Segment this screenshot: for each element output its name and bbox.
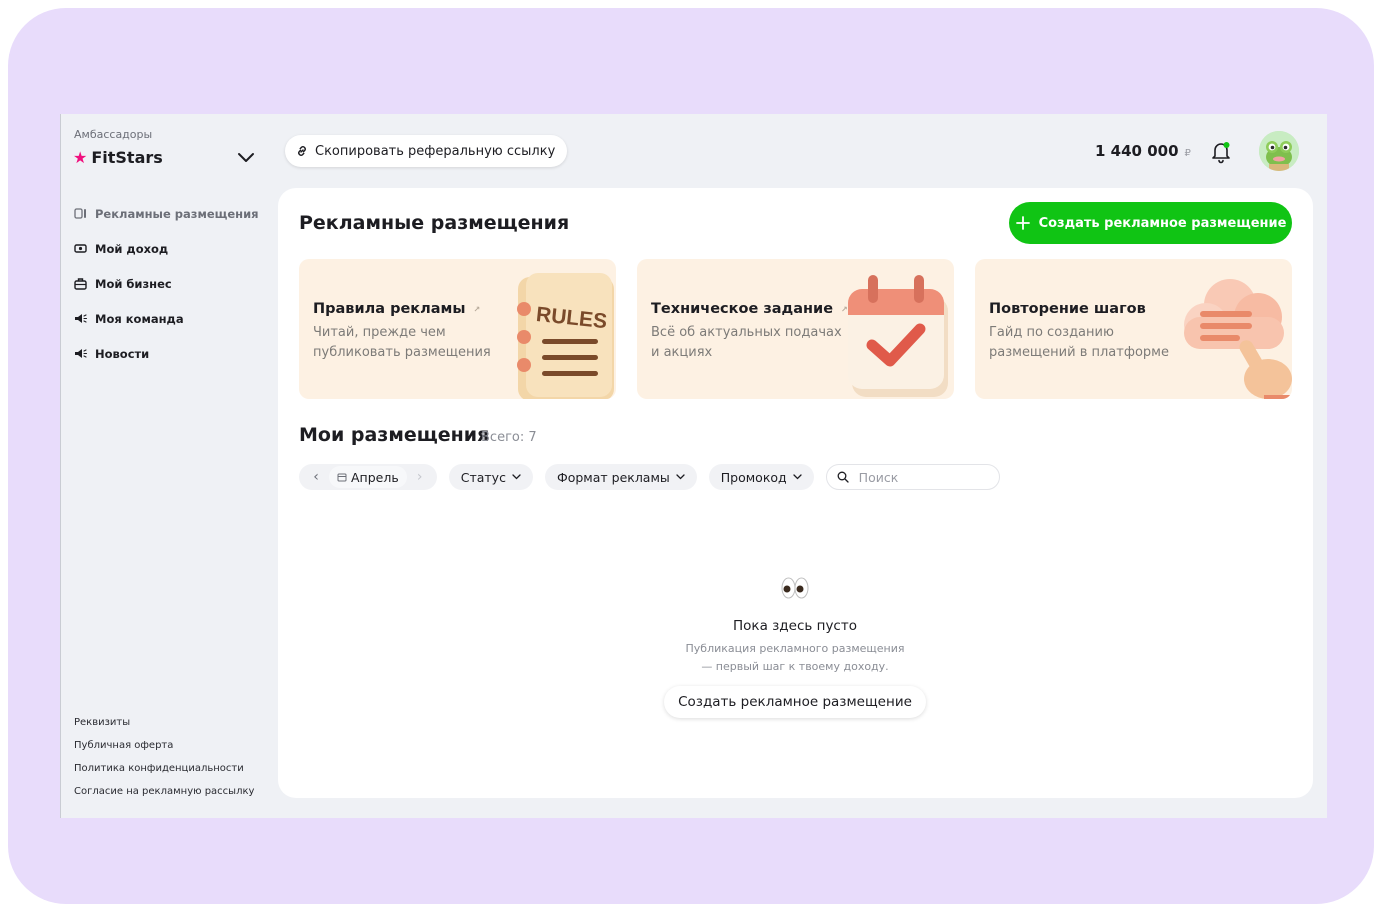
requisites-link[interactable]: Реквизиты — [74, 716, 254, 739]
sidebar-item-income[interactable]: Мой доход — [74, 231, 259, 266]
frog-avatar-icon — [1259, 131, 1299, 171]
sidebar-item-label: Моя команда — [95, 311, 184, 326]
sidebar-footer: Реквизиты Публичная оферта Политика конф… — [74, 716, 254, 808]
plus-icon — [1015, 216, 1030, 230]
search-field[interactable] — [825, 464, 1000, 490]
empty-line-1: Публикация рекламного размещения — [685, 642, 905, 655]
card-description: Гайд по созданию размещений в платформе — [989, 325, 1169, 360]
placements-count: Всего: 7 — [481, 430, 537, 445]
ad-consent-link[interactable]: Согласие на рекламную рассылку — [74, 785, 254, 808]
sidebar-item-business[interactable]: Мой бизнес — [74, 266, 259, 301]
chevron-down-icon — [512, 474, 521, 480]
page-title: Рекламные размещения — [299, 212, 570, 234]
month-label: Апрель — [351, 469, 399, 485]
next-month-button[interactable]: › — [407, 466, 433, 488]
card-title-text: Повторение шагов — [989, 301, 1146, 317]
sidebar-item-label: Мой доход — [95, 241, 169, 256]
sidebar-item-label: Рекламные размещения — [95, 206, 259, 221]
sidebar-item-news[interactable]: Новости — [74, 336, 259, 371]
income-icon — [74, 244, 87, 253]
card-description: Читай, прежде чем публиковать размещения — [313, 325, 491, 360]
business-icon — [74, 278, 87, 290]
chevron-down-icon — [793, 474, 802, 480]
month-switcher: ‹ Апрель › — [299, 464, 437, 490]
card-title-text: Правила рекламы — [313, 301, 466, 317]
balance-value: 1 440 000 — [1095, 142, 1179, 160]
filters-bar: ‹ Апрель › Статус Формат рекламы Промоко… — [299, 464, 1000, 490]
chevron-down-icon — [676, 474, 685, 480]
card-title: Правила рекламы ↗ — [313, 301, 480, 317]
brand-caption: Амбассадоры — [74, 128, 153, 141]
avatar[interactable] — [1259, 131, 1299, 171]
link-icon — [298, 146, 306, 156]
sidebar-nav: Рекламные размещения Мой доход Мой бизне… — [74, 196, 259, 371]
card-tech-spec[interactable]: Техническое задание ↗ Всё об актуальных … — [637, 259, 954, 399]
calendar-check-icon — [848, 275, 948, 397]
card-description: Всё об актуальных подачах и акциях — [651, 325, 842, 360]
rules-notebook-icon: RULES — [517, 273, 614, 399]
balance: 1 440 000 ₽ — [1095, 142, 1191, 160]
app-window: Амбассадоры ★ FitStars Рекламные размеще… — [60, 114, 1327, 818]
status-filter-label: Статус — [460, 469, 506, 485]
main-panel: Рекламные размещения Создать рекламное р… — [278, 188, 1313, 798]
copy-referral-link-label: Скопировать реферальную ссылку — [315, 143, 556, 159]
empty-state: Пока здесь пусто Публикация рекламного р… — [595, 576, 995, 718]
empty-subtitle: Публикация рекламного размещения — первы… — [595, 640, 995, 676]
empty-line-2: — первый шаг к твоему доходу. — [701, 660, 889, 673]
sidebar-item-label: Мой бизнес — [95, 276, 172, 291]
currency-symbol: ₽ — [1184, 148, 1191, 159]
my-placements-title: Мои размещения — [299, 424, 490, 446]
status-filter[interactable]: Статус — [448, 464, 533, 490]
card-title: Техническое задание ↗ — [651, 301, 848, 317]
cloud-hand-icon — [1184, 279, 1292, 399]
copy-referral-link-button[interactable]: Скопировать реферальную ссылку — [285, 135, 568, 167]
brand-name: FitStars — [91, 148, 163, 167]
card-title: Повторение шагов — [989, 301, 1146, 317]
sidebar-item-team[interactable]: Моя команда — [74, 301, 259, 336]
empty-title: Пока здесь пусто — [733, 618, 857, 634]
window-edge — [60, 114, 61, 818]
star-icon: ★ — [73, 147, 88, 167]
ad-placement-icon — [74, 208, 86, 219]
sidebar-item-ad-placements[interactable]: Рекламные размещения — [74, 196, 259, 231]
team-icon — [75, 314, 87, 323]
create-button-label: Создать рекламное размещение — [1038, 215, 1287, 231]
promo-code-filter[interactable]: Промокод — [708, 464, 814, 490]
arrow-up-right-icon: ↗ — [473, 304, 481, 314]
public-offer-link[interactable]: Публичная оферта — [74, 739, 254, 762]
card-title-text: Техническое задание — [651, 301, 834, 317]
card-repeat-steps[interactable]: Повторение шагов Гайд по созданию размещ… — [975, 259, 1292, 399]
news-icon — [75, 349, 87, 358]
ad-format-filter[interactable]: Формат рекламы — [544, 464, 697, 490]
privacy-policy-link[interactable]: Политика конфиденциальности — [74, 762, 254, 785]
empty-create-button[interactable]: Создать рекламное размещение — [664, 686, 926, 718]
promo-code-filter-label: Промокод — [720, 469, 787, 485]
search-icon — [837, 471, 849, 483]
bell-icon[interactable] — [1210, 140, 1232, 164]
chevron-down-icon[interactable] — [236, 150, 256, 166]
create-ad-placement-button[interactable]: Создать рекламное размещение — [1009, 202, 1292, 244]
eyes-icon — [781, 577, 809, 599]
search-input[interactable] — [856, 468, 981, 486]
card-ad-rules[interactable]: Правила рекламы ↗ Читай, прежде чем публ… — [299, 259, 616, 399]
sidebar-item-label: Новости — [95, 346, 150, 361]
ad-format-filter-label: Формат рекламы — [556, 469, 670, 485]
brand-switcher[interactable]: ★ FitStars — [73, 148, 163, 167]
month-picker[interactable]: Апрель — [329, 466, 407, 488]
prev-month-button[interactable]: ‹ — [303, 466, 329, 488]
calendar-icon — [337, 473, 347, 482]
